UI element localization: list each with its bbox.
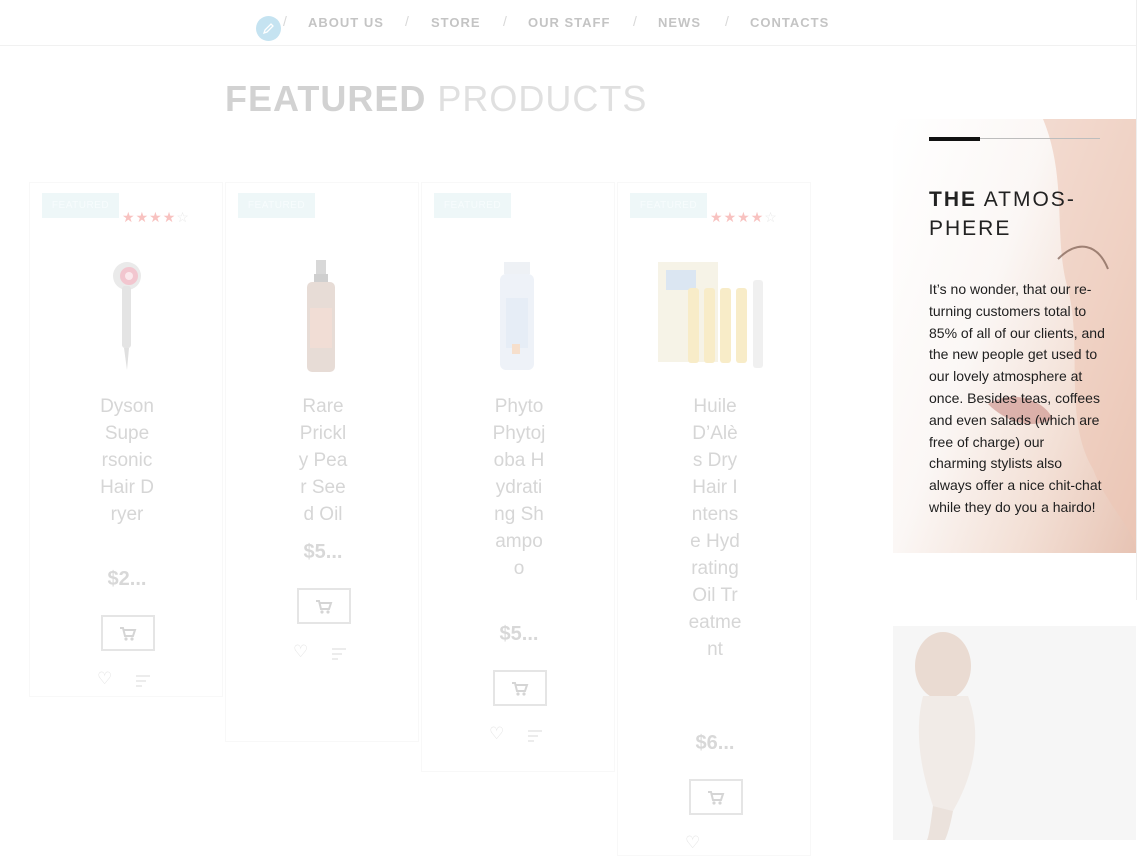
rating-stars: ★★★★☆ xyxy=(710,209,778,225)
section-title: FEATURED PRODUCTS xyxy=(225,78,647,120)
nav-item-contacts[interactable]: CONTACTS xyxy=(750,15,829,30)
featured-badge: FEATURED xyxy=(434,193,511,218)
pencil-logo-icon[interactable] xyxy=(256,16,281,41)
section-title-bold: FEATURED xyxy=(225,78,427,119)
cart-icon xyxy=(708,791,725,805)
shampoo-bottle-image[interactable] xyxy=(422,258,616,373)
product-price: $5... xyxy=(303,541,343,563)
product-name[interactable]: Dyson Su­per­sonic Hair Dryer xyxy=(30,393,224,528)
compare-icon[interactable] xyxy=(332,648,346,660)
heart-icon[interactable]: ♡ xyxy=(97,669,112,689)
nav-separator: / xyxy=(503,13,507,29)
heart-icon[interactable]: ♡ xyxy=(685,833,700,853)
add-to-cart-button[interactable] xyxy=(689,779,743,815)
cart-icon xyxy=(512,682,529,696)
featured-badge: FEATURED xyxy=(238,193,315,218)
spray-bottle-image[interactable] xyxy=(226,258,420,373)
compare-icon[interactable] xyxy=(136,675,150,687)
nav-item-about-us[interactable]: ABOUT US xyxy=(308,15,384,30)
top-navigation: / ABOUT US / STORE / OUR STAFF / NEWS / … xyxy=(0,0,1137,46)
product-name[interactable]: Phyto Phy­tojoba Hy­drat­ing Sham­poo xyxy=(422,393,616,582)
section-title-light: PRODUCTS xyxy=(437,78,648,119)
add-to-cart-button[interactable] xyxy=(101,615,155,651)
nav-separator: / xyxy=(725,13,729,29)
nav-item-news[interactable]: NEWS xyxy=(658,15,701,30)
cart-icon xyxy=(120,627,137,641)
rating-stars: ★★★★☆ xyxy=(122,209,190,225)
heart-icon[interactable]: ♡ xyxy=(293,642,308,662)
add-to-cart-button[interactable] xyxy=(493,670,547,706)
product-price: $2... xyxy=(107,568,147,590)
product-price: $6... xyxy=(695,732,735,754)
product-card[interactable]: FEATURED ★★★★☆ Huile D’Alès Dry Hair In­… xyxy=(617,182,811,856)
accent-bar xyxy=(929,137,980,141)
cart-icon xyxy=(316,600,333,614)
ampoule-set-image[interactable] xyxy=(618,258,812,373)
nav-item-store[interactable]: STORE xyxy=(431,15,481,30)
product-price: $5... xyxy=(499,623,539,645)
heart-icon[interactable]: ♡ xyxy=(489,724,504,744)
atmosphere-panel: THE ATMOS­PHERE It’s no wonder, that our… xyxy=(893,119,1136,553)
add-to-cart-button[interactable] xyxy=(297,588,351,624)
divider-line xyxy=(980,138,1100,139)
product-card[interactable]: FEATURED ★★★★☆ Dyson Su­per­sonic Hair D… xyxy=(29,182,223,697)
product-card[interactable]: FEATURED Rare Prickly Pear Seed Oil $5..… xyxy=(225,182,419,742)
nav-separator: / xyxy=(633,13,637,29)
compare-icon[interactable] xyxy=(528,730,542,742)
nav-separator: / xyxy=(405,13,409,29)
nav-separator: / xyxy=(283,13,287,29)
model-photo xyxy=(893,626,1136,840)
product-card[interactable]: FEATURED Phyto Phy­tojoba Hy­drat­ing Sh… xyxy=(421,182,615,772)
featured-badge: FEATURED xyxy=(42,193,119,218)
product-name[interactable]: Rare Prickly Pear Seed Oil xyxy=(226,393,420,528)
nav-item-our-staff[interactable]: OUR STAFF xyxy=(528,15,610,30)
atmosphere-title: THE ATMOS­PHERE xyxy=(929,188,1074,240)
hair-dryer-image[interactable] xyxy=(30,258,224,373)
atmosphere-text: It’s no wonder, that our re­turning cust… xyxy=(929,281,1105,515)
product-name[interactable]: Huile D’Alès Dry Hair In­tense Hy­drat­i… xyxy=(618,393,812,663)
featured-badge: FEATURED xyxy=(630,193,707,218)
